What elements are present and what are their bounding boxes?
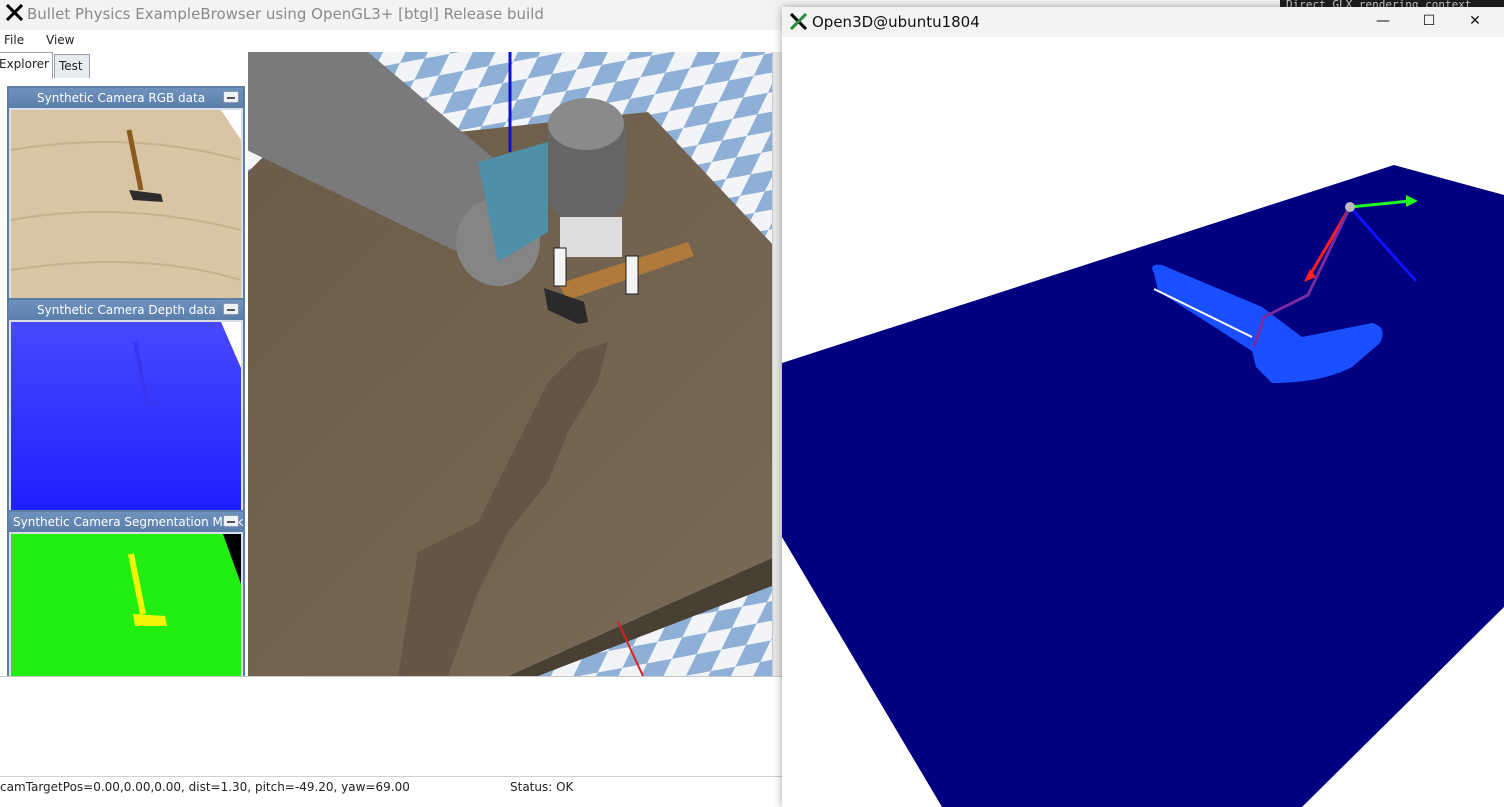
gripper-base <box>560 217 622 257</box>
depth-panel-title: Synthetic Camera Depth data <box>37 303 216 317</box>
tab-explorer[interactable]: Explorer <box>0 52 53 79</box>
open3d-window-title: Open3D@ubuntu1804 <box>812 13 980 31</box>
rgb-panel: Synthetic Camera RGB data <box>7 86 245 304</box>
x-app-icon <box>789 12 808 34</box>
viewport-scrollbar[interactable] <box>772 52 782 676</box>
rgb-panel-title: Synthetic Camera RGB data <box>37 91 206 105</box>
rgb-panel-minimize-button[interactable] <box>223 91 239 103</box>
status-text: Status: OK <box>510 780 574 794</box>
bullet-window-title: Bullet Physics ExampleBrowser using Open… <box>27 5 544 23</box>
log-area <box>0 676 782 776</box>
menu-file[interactable]: File <box>4 33 24 47</box>
robot-wrist-cap <box>548 98 624 150</box>
bullet-3d-viewport[interactable] <box>248 52 772 676</box>
point-cloud-plane <box>782 165 1504 807</box>
viewport-scene <box>248 52 772 676</box>
segmentation-panel-header[interactable]: Synthetic Camera Segmentation Mask <box>9 512 243 532</box>
segmentation-panel-title: Synthetic Camera Segmentation Mask <box>13 515 243 529</box>
segmentation-panel-minimize-button[interactable] <box>223 515 239 527</box>
maximize-button[interactable]: ☐ <box>1406 7 1452 37</box>
close-button[interactable]: ✕ <box>1452 7 1498 37</box>
gripper-finger-left <box>553 247 567 287</box>
open3d-window: Open3D@ubuntu1804 — ☐ ✕ <box>782 7 1504 807</box>
open3d-scene <box>782 165 1504 807</box>
depth-panel-minimize-button[interactable] <box>223 303 239 315</box>
explorer-tabs: Explorer Test <box>0 52 250 79</box>
gripper-finger-right <box>625 255 639 295</box>
depth-panel-header[interactable]: Synthetic Camera Depth data <box>9 300 243 320</box>
bullet-window: Bullet Physics ExampleBrowser using Open… <box>0 0 782 807</box>
depth-image <box>11 322 241 512</box>
open3d-titlebar[interactable]: Open3D@ubuntu1804 — ☐ ✕ <box>782 7 1504 37</box>
frame-origin <box>1345 202 1355 212</box>
x-app-icon <box>5 3 24 26</box>
depth-panel: Synthetic Camera Depth data <box>7 298 245 516</box>
rgb-image <box>11 110 241 300</box>
rgb-panel-header[interactable]: Synthetic Camera RGB data <box>9 88 243 108</box>
bullet-menubar: File View <box>0 30 782 52</box>
menu-view[interactable]: View <box>46 33 74 47</box>
camera-status-text: camTargetPos=0.00,0.00,0.00, dist=1.30, … <box>0 780 410 794</box>
bullet-titlebar[interactable]: Bullet Physics ExampleBrowser using Open… <box>0 0 782 30</box>
bullet-statusbar: camTargetPos=0.00,0.00,0.00, dist=1.30, … <box>0 776 782 798</box>
minimize-button[interactable]: — <box>1360 7 1406 37</box>
open3d-canvas[interactable] <box>782 37 1504 807</box>
tab-test[interactable]: Test <box>54 54 90 78</box>
